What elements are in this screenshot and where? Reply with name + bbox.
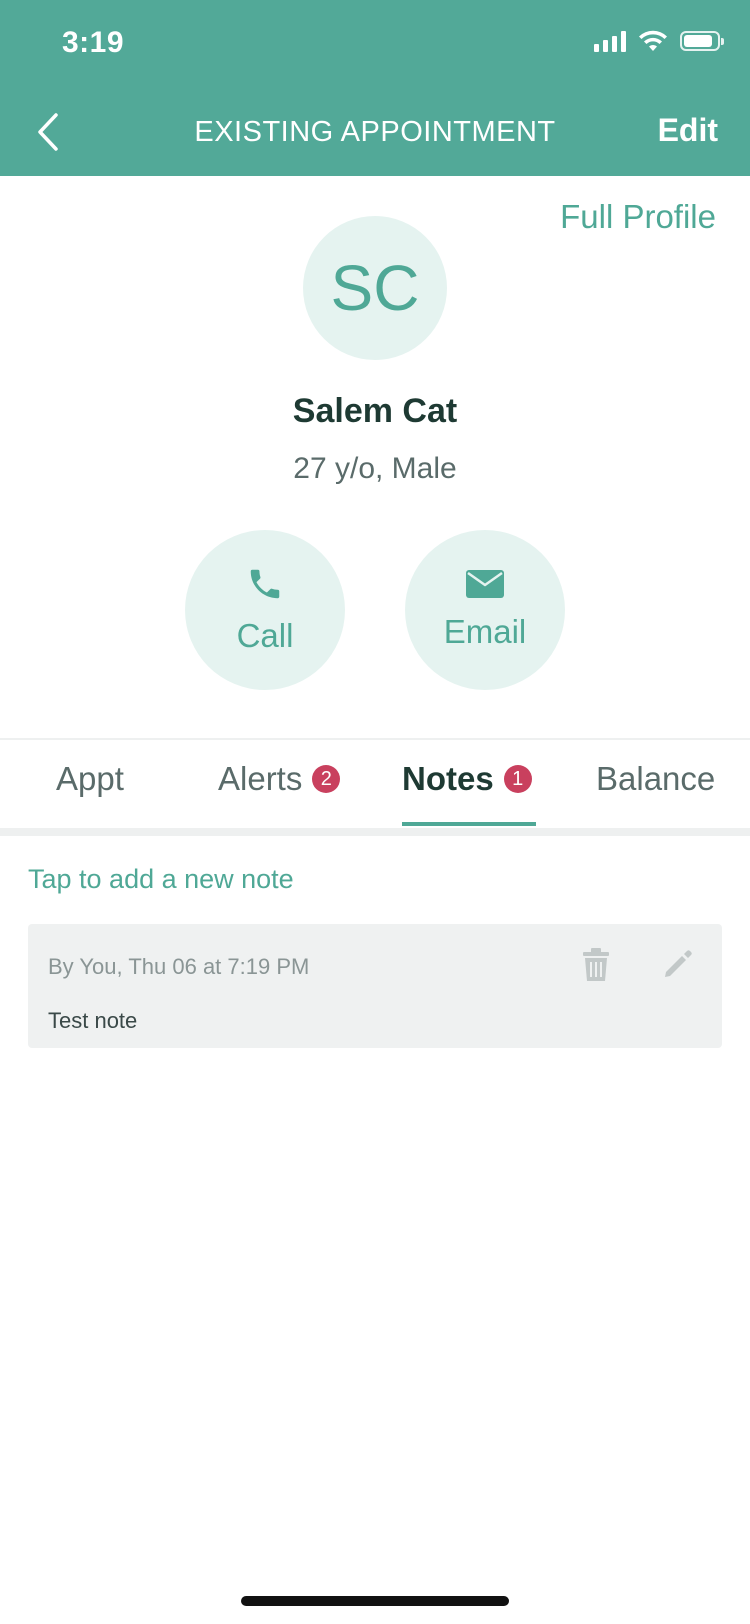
divider xyxy=(0,828,750,836)
add-note-button[interactable]: Tap to add a new note xyxy=(28,864,294,895)
app-header: 3:19 EXISTING APPOINTMENT Edit xyxy=(0,0,750,176)
phone-icon xyxy=(250,569,280,599)
battery-icon xyxy=(680,31,724,51)
tab-label: Alerts xyxy=(218,760,303,797)
wifi-icon xyxy=(639,30,667,51)
home-indicator xyxy=(241,1596,509,1606)
status-time: 3:19 xyxy=(62,26,125,59)
note-meta: By You, Thu 06 at 7:19 PM xyxy=(48,954,310,979)
note-card[interactable]: By You, Thu 06 at 7:19 PM Test note xyxy=(28,924,722,1048)
note-text: Test note xyxy=(48,1008,138,1033)
avatar-initials: SC xyxy=(330,252,420,324)
trash-icon[interactable] xyxy=(582,948,610,982)
email-label: Email xyxy=(443,613,527,650)
tab-alerts[interactable]: Alerts 2 xyxy=(218,760,341,798)
alerts-badge: 2 xyxy=(312,765,341,793)
tab-label: Appt xyxy=(56,760,124,797)
tab-balance[interactable]: Balance xyxy=(596,760,715,798)
pencil-icon[interactable] xyxy=(662,948,694,980)
call-label: Call xyxy=(236,617,294,654)
status-icons xyxy=(594,30,724,52)
page-title: EXISTING APPOINTMENT xyxy=(194,116,556,148)
email-button[interactable]: Email xyxy=(405,530,565,690)
patient-details: 27 y/o, Male xyxy=(293,452,457,485)
full-profile-link[interactable]: Full Profile xyxy=(560,198,716,236)
edit-button[interactable]: Edit xyxy=(658,112,718,149)
tab-label: Notes xyxy=(402,760,494,797)
tab-label: Balance xyxy=(596,760,716,797)
notes-badge: 1 xyxy=(503,765,532,793)
call-button[interactable]: Call xyxy=(185,530,345,690)
signal-icon xyxy=(594,30,626,52)
avatar: SC xyxy=(303,216,447,360)
tab-bar: Appt Alerts 2 Notes 1 Balance xyxy=(0,740,750,828)
tab-notes[interactable]: Notes 1 xyxy=(402,760,532,798)
envelope-icon xyxy=(466,570,504,598)
active-tab-indicator xyxy=(402,822,536,826)
patient-name: Salem Cat xyxy=(292,392,458,430)
tab-appt[interactable]: Appt xyxy=(56,760,124,798)
